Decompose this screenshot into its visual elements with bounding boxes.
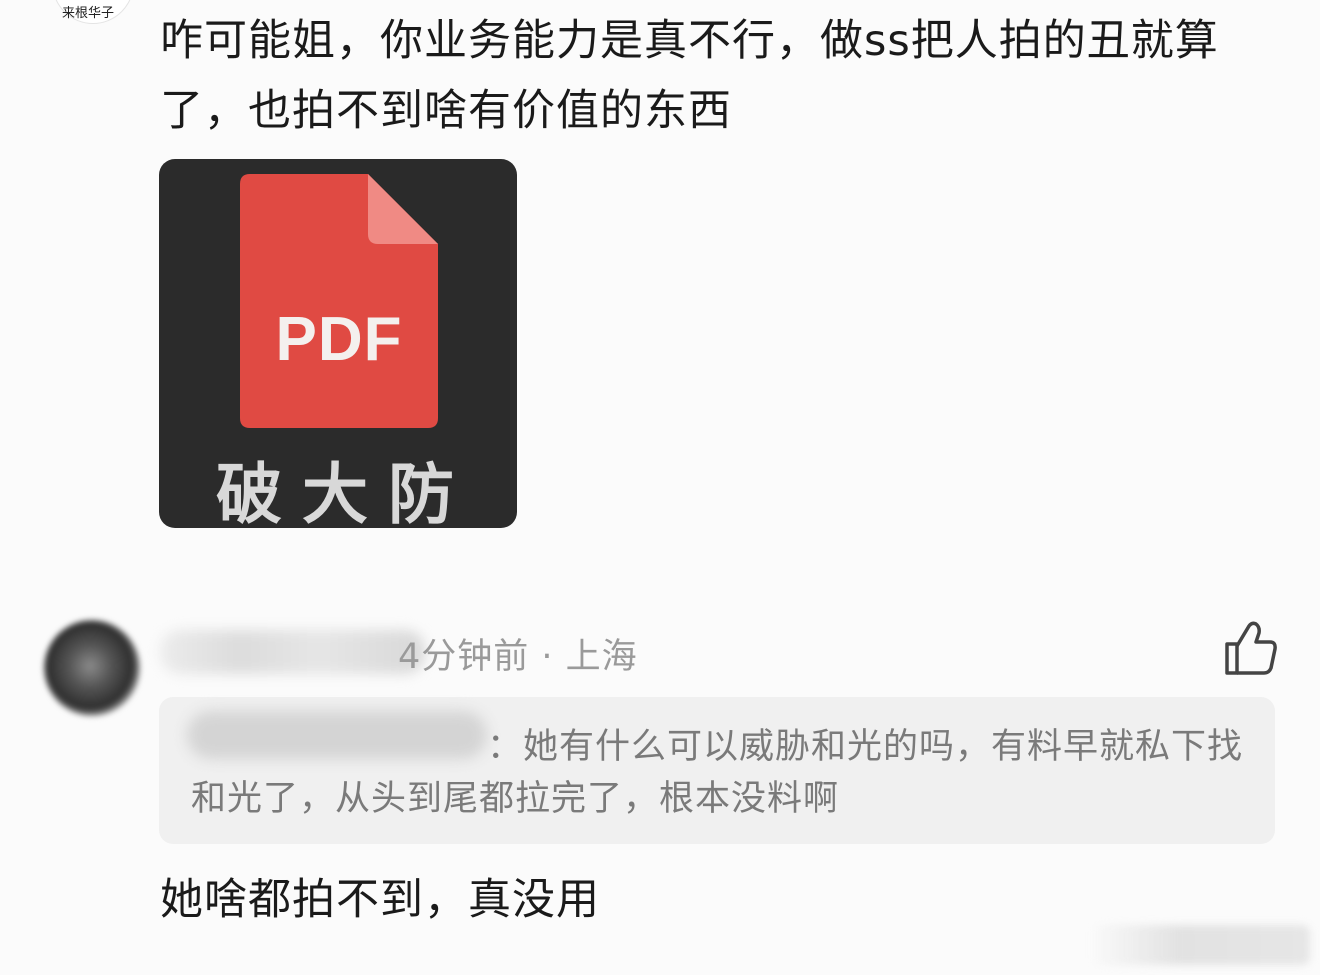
sticker-pdf-label: PDF (275, 305, 403, 374)
sticker-caption: 破大防 (216, 456, 474, 528)
second-comment-text: 她啥都拍不到，真没用 (160, 875, 600, 925)
top-comment-text: 咋可能姐，你业务能力是真不行，做ss把人拍的丑就算了，也拍不到啥有价值的东西 (160, 16, 1219, 136)
second-comment-username-blurred[interactable] (160, 630, 425, 674)
thumbs-up-icon[interactable] (1224, 620, 1278, 676)
second-comment-meta: 4分钟前 · 上海 (398, 637, 638, 677)
top-comment-username[interactable]: 来根华子 (62, 2, 114, 21)
second-comment-avatar[interactable] (44, 620, 140, 716)
quoted-reply-text: ：她有什么可以威胁和光的吗，有料早就私下找和光了，从头到尾都拉完了，根本没料啊 (191, 727, 1244, 819)
pdf-file-icon (240, 174, 438, 428)
watermark-blurred (1090, 925, 1310, 965)
comment-thread: 来根华子 咋可能姐，你业务能力是真不行，做ss把人拍的丑就算了，也拍不到啥有价值… (0, 0, 1320, 975)
quoted-reply-box[interactable]: ：她有什么可以威胁和光的吗，有料早就私下找和光了，从头到尾都拉完了，根本没料啊 (159, 697, 1275, 844)
pdf-sticker-image[interactable]: PDF 破大防 (159, 159, 517, 528)
